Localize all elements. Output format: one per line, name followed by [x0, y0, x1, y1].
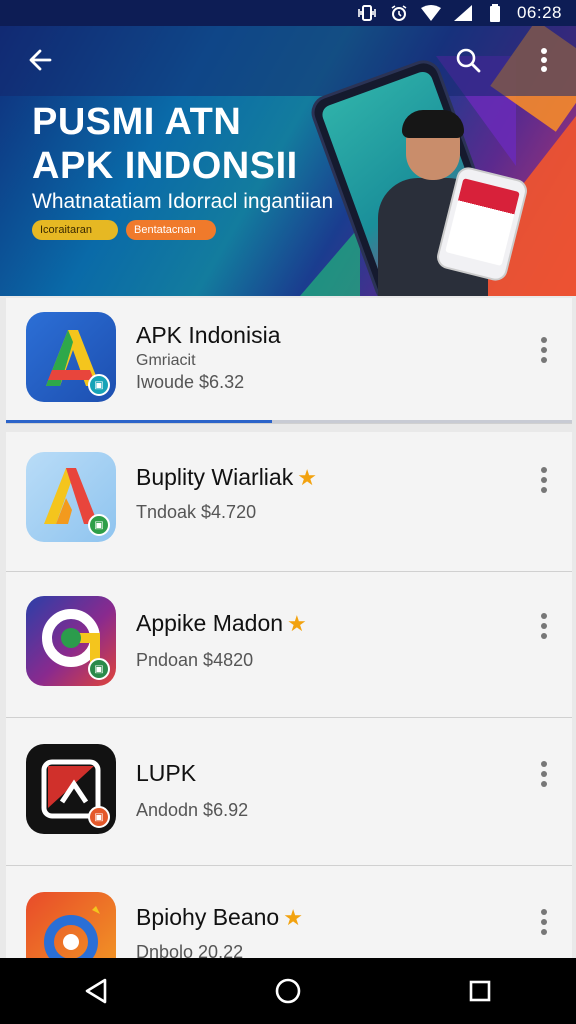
search-icon	[456, 48, 481, 73]
star-icon: ★	[287, 611, 307, 636]
app-name: Appike Madon ★	[136, 610, 307, 637]
app-name: Buplity Wiarliak ★	[136, 464, 317, 491]
more-vert-icon	[541, 467, 547, 493]
star-icon: ★	[297, 465, 317, 490]
more-vert-icon	[541, 48, 547, 72]
wifi-icon	[420, 5, 441, 21]
nav-home-button[interactable]	[258, 961, 318, 1021]
app-icon: ▣	[26, 312, 116, 402]
app-name: APK Indonisia	[136, 322, 281, 348]
app-name-text: Bpiohy Beano	[136, 904, 280, 930]
circle-home-icon	[275, 978, 301, 1004]
hero-chip[interactable]: Icoraitaran	[32, 220, 118, 240]
nav-back-button[interactable]	[66, 961, 126, 1021]
badge-icon: ▣	[88, 374, 110, 396]
badge-icon: ▣	[88, 514, 110, 536]
list-item[interactable]: ▣ Buplity Wiarliak ★ Tndoak $4.720	[6, 432, 572, 572]
hero-title-line-2: APK INDONSII	[32, 145, 298, 187]
app-name-text: Buplity Wiarliak	[136, 464, 294, 490]
list-item[interactable]: ▣ Appike Madon ★ Pndoan $4820	[6, 572, 572, 718]
hero-subtitle: Whatnatatiam Idorracl ingantiian	[32, 190, 334, 213]
app-price: Iwoude $6.32	[136, 372, 245, 392]
more-vert-icon	[541, 909, 547, 935]
more-vert-icon	[541, 613, 547, 639]
star-icon: ★	[283, 905, 303, 930]
badge-icon: ▣	[88, 806, 110, 828]
list-item[interactable]: ▣ APK Indonisia Gmriacit Iwoude $6.32	[6, 298, 572, 424]
download-progress	[6, 420, 572, 423]
app-subtitle: Gmriacit	[136, 352, 196, 369]
square-recents-icon	[469, 980, 491, 1002]
battery-icon	[485, 4, 505, 22]
list-item[interactable]: Bpiohy Beano ★ Dnbolo 20.22	[6, 866, 572, 982]
triangle-back-icon	[85, 978, 107, 1004]
app-price: Andodn $6.92	[136, 800, 249, 820]
app-icon: ▣	[26, 744, 116, 834]
nav-recents-button[interactable]	[450, 961, 510, 1021]
hero-chip[interactable]: Bentatacnan	[126, 220, 216, 240]
list-item[interactable]: ▣ LUPK Andodn $6.92	[6, 718, 572, 866]
app-name-text: Appike Madon	[136, 610, 284, 636]
decorative-shape	[300, 226, 360, 296]
alarm-icon	[389, 5, 409, 21]
overflow-menu-button[interactable]	[524, 40, 564, 80]
system-nav-bar	[0, 958, 576, 1024]
more-vert-icon	[541, 337, 547, 363]
app-name: LUPK	[136, 760, 197, 786]
search-button[interactable]	[448, 40, 488, 80]
status-bar: 06:28	[0, 0, 576, 26]
arrow-left-icon	[29, 49, 52, 71]
item-more-button[interactable]	[530, 460, 558, 500]
vibrate-icon	[357, 5, 377, 21]
more-vert-icon	[541, 761, 547, 787]
app-bar	[0, 26, 576, 96]
badge-icon: ▣	[88, 658, 110, 680]
item-more-button[interactable]	[530, 902, 558, 942]
app-name: Bpiohy Beano ★	[136, 904, 303, 931]
app-icon: ▣	[26, 452, 116, 542]
app-price: Tndoak $4.720	[136, 502, 257, 522]
hero-banner: PUSMI ATN APK INDONSII Whatnatatiam Idor…	[0, 26, 576, 296]
app-price: Pndoan $4820	[136, 650, 254, 670]
item-more-button[interactable]	[530, 330, 558, 370]
back-button[interactable]	[20, 40, 60, 80]
clock-time: 06:28	[516, 3, 562, 22]
item-more-button[interactable]	[530, 754, 558, 794]
item-more-button[interactable]	[530, 606, 558, 646]
download-progress-fill	[6, 420, 273, 423]
app-icon: ▣	[26, 596, 116, 686]
signal-icon	[453, 5, 473, 21]
